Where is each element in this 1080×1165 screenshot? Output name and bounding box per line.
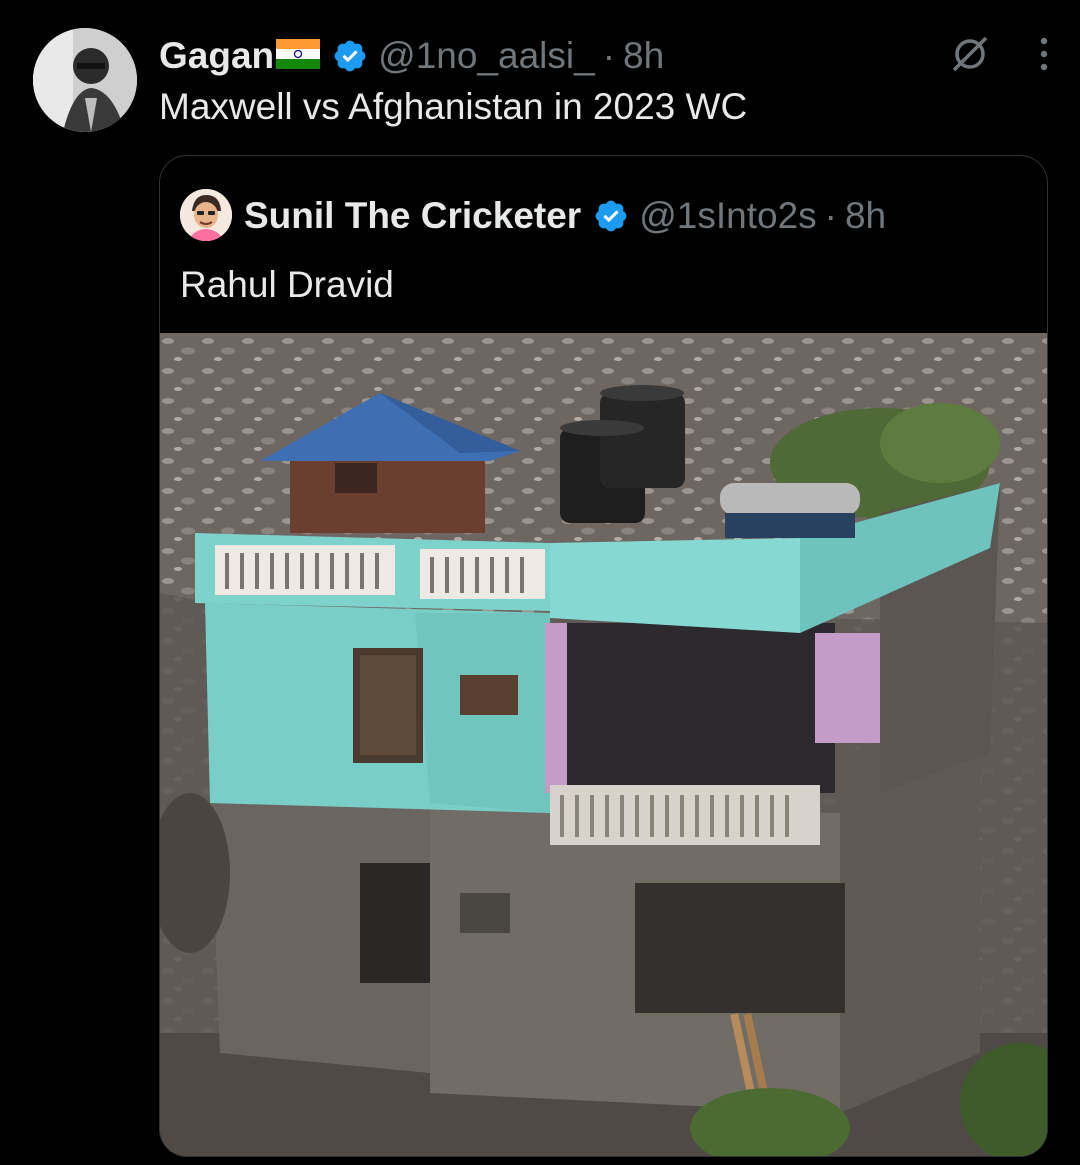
grok-icon[interactable] xyxy=(948,32,992,81)
quoted-timestamp[interactable]: 8h xyxy=(845,195,886,237)
quoted-author-handle[interactable]: @1sInto2s xyxy=(639,195,816,237)
quoted-tweet-image[interactable] xyxy=(160,333,1047,1156)
quoted-author-name[interactable]: Sunil The Cricketer xyxy=(244,195,581,237)
quoted-tweet-header: Sunil The Cricketer @1sInto2s · 8h xyxy=(244,190,886,242)
verified-badge-icon[interactable] xyxy=(332,38,368,74)
author-avatar[interactable] xyxy=(33,28,137,132)
quoted-avatar-image xyxy=(180,189,232,241)
quoted-tweet-text: Rahul Dravid xyxy=(180,264,394,305)
author-name[interactable]: Gagan xyxy=(159,35,274,77)
avatar-image xyxy=(33,28,137,132)
flooded-house-photo xyxy=(160,333,1047,1156)
quoted-author-avatar[interactable] xyxy=(180,189,232,241)
tweet-timestamp[interactable]: 8h xyxy=(623,35,664,77)
tweet-actions xyxy=(948,30,1050,82)
verified-badge-icon[interactable] xyxy=(593,198,629,234)
author-handle[interactable]: @1no_aalsi_ xyxy=(378,35,595,77)
separator-dot: · xyxy=(824,195,837,236)
more-icon[interactable] xyxy=(1038,34,1050,79)
tweet-text: Maxwell vs Afghanistan in 2023 WC xyxy=(159,86,748,127)
tweet-header: Gagan @1no_aalsi_ · 8h xyxy=(159,30,1050,82)
quoted-tweet-card[interactable]: Sunil The Cricketer @1sInto2s · 8h Rahul… xyxy=(159,155,1048,1157)
india-flag-icon xyxy=(276,38,321,74)
separator-dot: · xyxy=(602,35,616,76)
